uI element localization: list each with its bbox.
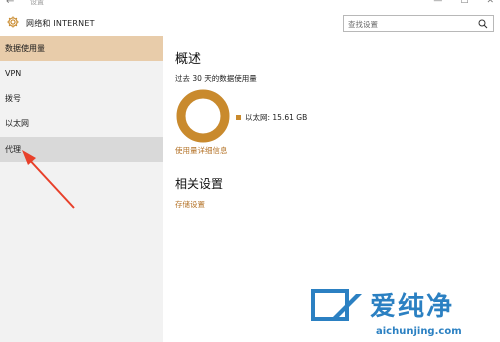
sidebar-item-data-usage[interactable]: 数据使用量: [0, 36, 163, 61]
title-bar: ← 设置 — ☐ ✕: [0, 0, 500, 8]
maximize-button[interactable]: ☐: [460, 0, 468, 6]
back-button[interactable]: ←: [6, 0, 14, 7]
search-icon[interactable]: [477, 18, 489, 30]
usage-details-link[interactable]: 使用量详细信息: [175, 145, 228, 156]
gear-icon: [7, 16, 19, 28]
close-button[interactable]: ✕: [486, 0, 494, 6]
sidebar-item-dial-up[interactable]: 拨号: [0, 86, 163, 111]
legend-swatch: [236, 115, 241, 120]
page-category-title: 网络和 INTERNET: [26, 19, 95, 28]
window-title: 设置: [30, 0, 44, 6]
watermark-url: aichunjing.com: [376, 326, 462, 337]
search-input[interactable]: [348, 18, 468, 30]
overview-heading: 概述: [175, 52, 202, 67]
sidebar-item-vpn[interactable]: VPN: [0, 61, 163, 86]
usage-period-text: 过去 30 天的数据使用量: [175, 74, 257, 83]
storage-settings-link[interactable]: 存储设置: [175, 199, 205, 210]
watermark: 爱纯净 aichunjing.com: [308, 286, 498, 340]
sidebar: 数据使用量 VPN 拨号 以太网 代理: [0, 36, 163, 342]
search-box[interactable]: [343, 15, 494, 32]
watermark-brand: 爱纯净: [370, 292, 455, 322]
minimize-button[interactable]: —: [433, 0, 442, 6]
related-settings-heading: 相关设置: [175, 177, 224, 191]
usage-donut-chart: [176, 89, 230, 143]
legend-label: 以太网: 15.61 GB: [245, 113, 308, 122]
sidebar-item-proxy[interactable]: 代理: [0, 137, 163, 162]
sidebar-item-ethernet[interactable]: 以太网: [0, 111, 163, 136]
watermark-logo-icon: [311, 289, 362, 321]
usage-donut-arc: [176, 89, 230, 143]
settings-header: 网络和 INTERNET: [0, 8, 500, 36]
usage-legend: 以太网: 15.61 GB: [236, 112, 307, 123]
window-controls: — ☐ ✕: [433, 0, 494, 6]
